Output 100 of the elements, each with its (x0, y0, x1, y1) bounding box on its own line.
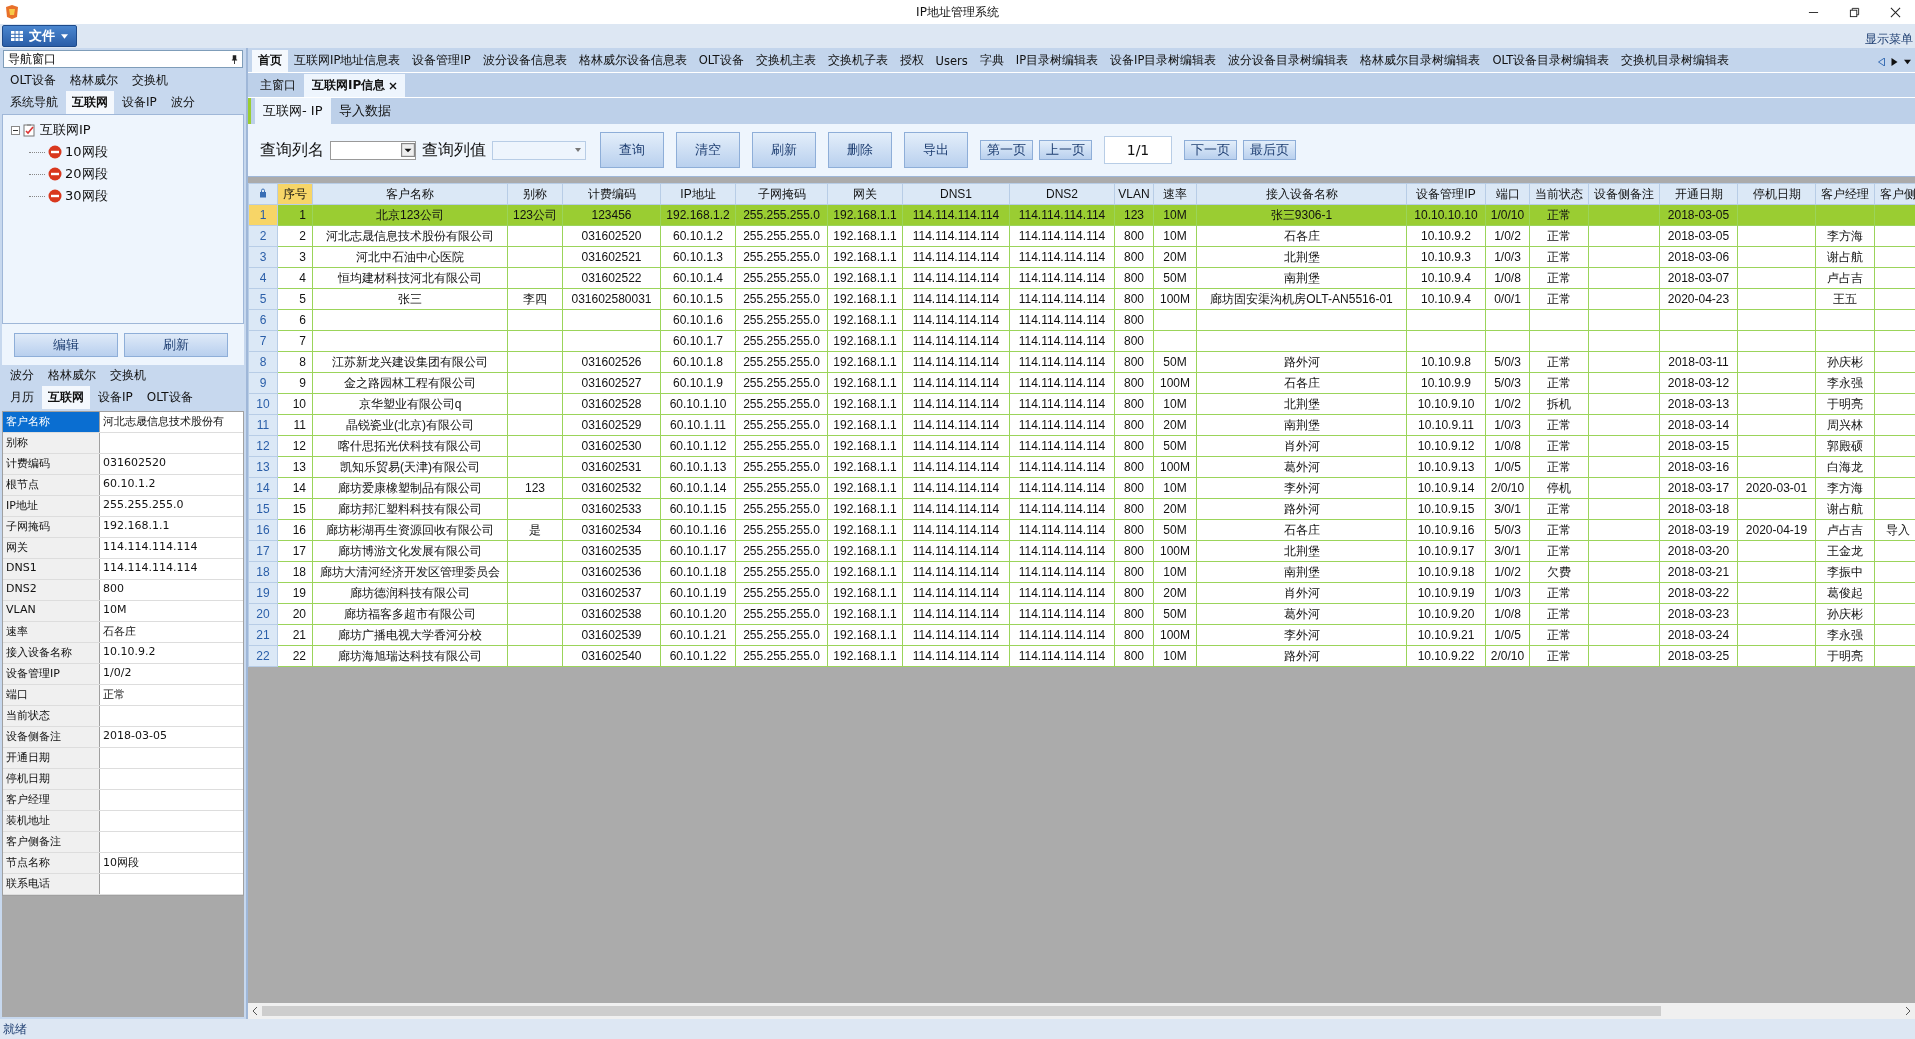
property-name[interactable]: 接入设备名称 (3, 643, 100, 663)
menu-tab[interactable]: 格林威尔目录树编辑表 (1354, 50, 1487, 72)
dropdown-icon[interactable] (1904, 58, 1911, 66)
toolbar-button[interactable]: 查询 (600, 132, 664, 168)
row-number[interactable]: 20 (248, 603, 278, 625)
column-header[interactable]: 接入设备名称 (1196, 183, 1407, 205)
tree-item[interactable]: 10网段 (65, 143, 108, 161)
close-icon[interactable] (389, 81, 398, 90)
column-header[interactable]: DNS1 (902, 183, 1010, 205)
row-number[interactable]: 12 (248, 435, 278, 457)
row-number[interactable]: 14 (248, 477, 278, 499)
row-number[interactable]: 1 (248, 204, 278, 226)
scroll-left-icon[interactable] (252, 1007, 258, 1015)
panel-tab[interactable]: 月历 (4, 386, 40, 409)
row-number[interactable]: 17 (248, 540, 278, 562)
scroll-right-icon[interactable] (1891, 58, 1898, 66)
row-number[interactable]: 2 (248, 225, 278, 247)
property-name[interactable]: 节点名称 (3, 853, 100, 873)
row-number[interactable]: 15 (248, 498, 278, 520)
tree-item[interactable]: 20网段 (65, 165, 108, 183)
column-header[interactable]: 序号 (277, 183, 313, 205)
column-header[interactable]: IP地址 (660, 183, 736, 205)
document-tab[interactable]: 互联网IP信息 (304, 74, 406, 97)
panel-tab[interactable]: OLT设备 (4, 69, 62, 92)
restore-icon[interactable] (1849, 6, 1860, 18)
panel-tab[interactable]: 交换机 (104, 364, 152, 387)
toolbar-button[interactable]: 导出 (904, 132, 968, 168)
menu-tab[interactable]: 交换机子表 (821, 50, 894, 72)
column-header[interactable]: 端口 (1485, 183, 1530, 205)
column-header[interactable]: 子网掩码 (735, 183, 828, 205)
menu-tab[interactable]: 设备管理IP (406, 50, 477, 72)
row-number[interactable]: 4 (248, 267, 278, 289)
property-name[interactable]: 网关 (3, 538, 100, 558)
row-number[interactable]: 11 (248, 414, 278, 436)
panel-tab[interactable]: 互联网 (66, 91, 114, 114)
panel-tab[interactable]: 设备IP (92, 386, 139, 409)
menu-tab[interactable]: IP目录树编辑表 (1009, 50, 1105, 72)
property-name[interactable]: 客户经理 (3, 790, 100, 810)
toolbar-button[interactable]: 刷新 (752, 132, 816, 168)
property-name[interactable]: 设备侧备注 (3, 727, 100, 747)
column-header[interactable]: 客户名称 (312, 183, 508, 205)
property-name[interactable]: 装机地址 (3, 811, 100, 831)
property-name[interactable]: 计费编码 (3, 454, 100, 474)
property-name[interactable]: IP地址 (3, 496, 100, 516)
row-number[interactable]: 16 (248, 519, 278, 541)
panel-tab[interactable]: 互联网 (42, 386, 90, 409)
property-name[interactable]: DNS1 (3, 559, 100, 579)
property-name[interactable]: 当前状态 (3, 706, 100, 726)
menu-tab[interactable]: 授权 (893, 50, 930, 72)
property-name[interactable]: DNS2 (3, 580, 100, 600)
panel-tab[interactable]: OLT设备 (140, 386, 199, 409)
row-number[interactable]: 3 (248, 246, 278, 268)
property-name[interactable]: 根节点 (3, 475, 100, 495)
property-name[interactable]: 开通日期 (3, 748, 100, 768)
scroll-right-icon[interactable] (1905, 1007, 1911, 1015)
column-header[interactable]: 计费编码 (562, 183, 661, 205)
panel-tab[interactable]: 设备IP (116, 91, 163, 114)
row-number[interactable]: 7 (248, 330, 278, 352)
column-header[interactable]: 客户经理 (1815, 183, 1875, 205)
row-number[interactable]: 13 (248, 456, 278, 478)
row-number[interactable]: 21 (248, 624, 278, 646)
page-tab[interactable]: 导入数据 (330, 98, 399, 124)
column-header[interactable]: DNS2 (1009, 183, 1115, 205)
collapse-icon[interactable] (11, 125, 20, 135)
pager-button[interactable]: 下一页 (1184, 140, 1237, 160)
menu-tab[interactable]: 波分设备目录树编辑表 (1222, 50, 1355, 72)
row-number[interactable]: 19 (248, 582, 278, 604)
menu-tab[interactable]: 交换机主表 (749, 50, 822, 72)
column-header[interactable]: 速率 (1153, 183, 1197, 205)
toolbar-button[interactable]: 清空 (676, 132, 740, 168)
property-name[interactable]: 停机日期 (3, 769, 100, 789)
column-header[interactable]: 停机日期 (1737, 183, 1816, 205)
panel-button[interactable]: 编辑 (14, 333, 118, 357)
menu-tab[interactable]: 波分设备信息表 (476, 50, 573, 72)
page-tab[interactable]: 互联网- IP (255, 98, 331, 124)
column-header[interactable]: 设备侧备注 (1588, 183, 1660, 205)
menu-tab[interactable]: Users (929, 51, 974, 72)
row-number[interactable]: 9 (248, 372, 278, 394)
menu-tab[interactable]: 设备IP目录树编辑表 (1104, 50, 1223, 72)
property-name[interactable]: 子网掩码 (3, 517, 100, 537)
tree-item[interactable]: 30网段 (65, 187, 108, 205)
column-header[interactable]: 别称 (507, 183, 563, 205)
menu-tab[interactable]: 字典 (973, 50, 1010, 72)
panel-tab[interactable]: 格林威尔 (63, 69, 124, 92)
column-header[interactable]: 设备管理IP (1406, 183, 1486, 205)
menu-tab[interactable]: OLT设备目录树编辑表 (1486, 50, 1616, 72)
row-number[interactable]: 10 (248, 393, 278, 415)
panel-tab[interactable]: 系统导航 (4, 91, 64, 114)
file-menu-button[interactable]: 文件 (2, 25, 77, 47)
show-menu-link[interactable]: 显示菜单 (1865, 31, 1913, 48)
tree-item[interactable]: 互联网IP (40, 121, 91, 139)
pager-button[interactable]: 上一页 (1039, 140, 1092, 160)
row-number[interactable]: 8 (248, 351, 278, 373)
pager-button[interactable]: 第一页 (980, 140, 1033, 160)
column-header[interactable]: 客户侧 (1874, 183, 1915, 205)
pager-button[interactable]: 最后页 (1243, 140, 1296, 160)
horizontal-scrollbar[interactable] (248, 1003, 1915, 1019)
property-name[interactable]: 别称 (3, 433, 100, 453)
document-tab[interactable]: 主窗口 (252, 74, 304, 97)
property-name[interactable]: 客户侧备注 (3, 832, 100, 852)
